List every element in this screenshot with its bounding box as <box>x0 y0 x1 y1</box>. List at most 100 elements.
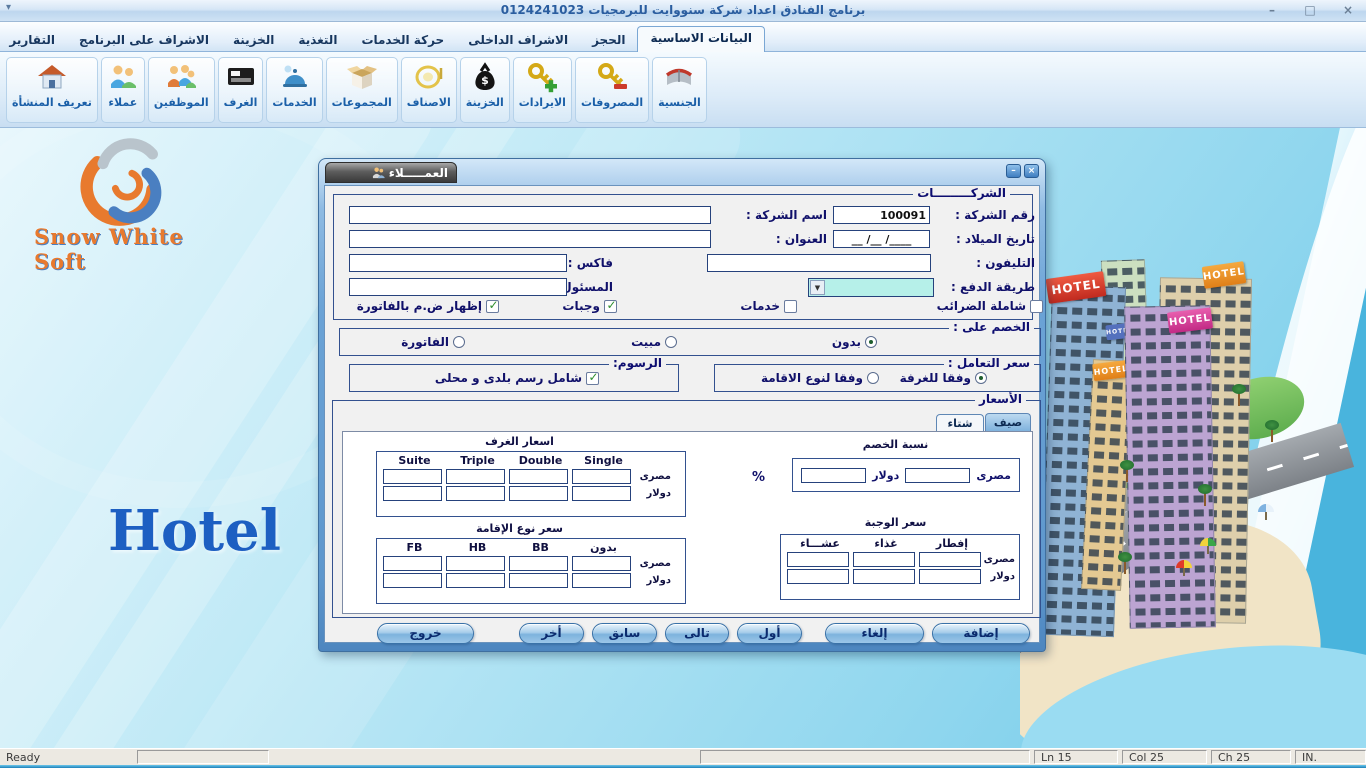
fax-input[interactable] <box>349 254 567 272</box>
price-input[interactable] <box>787 552 849 567</box>
discount-usd-input[interactable] <box>801 468 866 483</box>
checkbox-icon[interactable] <box>586 372 599 385</box>
next-button[interactable]: تالى <box>665 623 729 644</box>
per-room-radio[interactable]: وفقا للغرفة <box>895 371 987 385</box>
tab-services-movement[interactable]: حركة الخدمات <box>349 29 456 52</box>
previous-button[interactable]: سابق <box>592 623 657 644</box>
tab-catering[interactable]: التغذية <box>286 29 349 52</box>
dialog-close-button[interactable]: × <box>1024 164 1039 178</box>
dialog-minimize-button[interactable]: – <box>1006 164 1021 178</box>
radio-icon[interactable] <box>665 336 677 348</box>
price-input[interactable] <box>446 573 505 588</box>
exit-button[interactable]: خروج <box>377 623 474 644</box>
address-label: العنوان : <box>715 232 827 246</box>
company-name-label: اسم الشركة : <box>715 208 827 222</box>
toolbar-services-button[interactable]: الخدمات <box>266 57 322 123</box>
radio-icon[interactable] <box>865 336 877 348</box>
minimize-button[interactable]: – <box>1258 2 1286 19</box>
price-input[interactable] <box>787 569 849 584</box>
meals-checkbox[interactable]: وجبات <box>551 299 617 313</box>
responsible-input[interactable] <box>349 278 567 296</box>
tab-reports[interactable]: التقارير <box>0 29 67 52</box>
tab-reservation[interactable]: الحجز <box>580 29 637 52</box>
radio-icon[interactable] <box>975 372 987 384</box>
first-button[interactable]: أول <box>737 623 802 644</box>
price-input[interactable] <box>572 573 631 588</box>
price-input[interactable] <box>383 556 442 571</box>
price-input[interactable] <box>509 573 568 588</box>
toolbar-expenses-button[interactable]: المصروفات <box>575 57 649 123</box>
toolbar-label: المجموعات <box>332 96 392 109</box>
price-input[interactable] <box>509 486 568 501</box>
toolbar-facility-button[interactable]: تعريف المنشأة <box>6 57 98 123</box>
payment-method-combobox[interactable]: ▼ <box>808 278 934 297</box>
price-input[interactable] <box>383 486 442 501</box>
price-input[interactable] <box>853 552 915 567</box>
palm-tree-icon <box>1120 460 1134 482</box>
radio-icon[interactable] <box>453 336 465 348</box>
services-icon <box>279 61 311 93</box>
checkbox-icon[interactable] <box>784 300 797 313</box>
price-input[interactable] <box>509 469 568 484</box>
toolbar-clients-button[interactable]: عملاء <box>101 57 145 123</box>
checkbox-icon[interactable] <box>486 300 499 313</box>
address-input[interactable] <box>349 230 711 248</box>
price-input[interactable] <box>446 469 505 484</box>
checkbox-icon[interactable] <box>1030 300 1043 313</box>
row-label: مصرى <box>635 558 671 569</box>
groups-icon <box>346 61 378 93</box>
cancel-button[interactable]: إلغاء <box>825 623 924 644</box>
checkbox-label: شاملة الضرائب <box>937 299 1026 313</box>
price-input[interactable] <box>919 569 981 584</box>
last-button[interactable]: أخر <box>519 623 584 644</box>
tax-inclusive-checkbox[interactable]: شاملة الضرائب <box>923 299 1043 313</box>
birth-date-input[interactable] <box>833 230 930 248</box>
close-button[interactable]: × <box>1334 2 1362 19</box>
toolbar-groups-button[interactable]: المجموعات <box>326 57 398 123</box>
local-fees-checkbox[interactable]: شامل رسم بلدى و محلى <box>417 371 599 385</box>
price-input[interactable] <box>446 556 505 571</box>
discount-egy-input[interactable] <box>905 468 970 483</box>
revenues-icon <box>526 61 558 93</box>
price-input[interactable] <box>572 556 631 571</box>
tab-summer[interactable]: صيف <box>985 413 1031 431</box>
phone-input[interactable] <box>707 254 931 272</box>
company-name-input[interactable] <box>349 206 711 224</box>
services-checkbox[interactable]: خدمات <box>723 299 797 313</box>
price-input[interactable] <box>572 486 631 501</box>
discount-stay-radio[interactable]: مبيت <box>621 335 677 349</box>
company-no-input[interactable] <box>833 206 930 224</box>
price-input[interactable] <box>509 556 568 571</box>
radio-icon[interactable] <box>867 372 879 384</box>
price-input[interactable] <box>853 569 915 584</box>
toolbar-nationality-button[interactable]: الجنسية <box>652 57 707 123</box>
statusbar-cell-empty <box>700 750 1030 764</box>
per-stay-type-radio[interactable]: وفقا لنوع الاقامة <box>757 371 879 385</box>
toolbar-categories-button[interactable]: الاصناف <box>401 57 457 123</box>
toolbar-revenues-button[interactable]: الايرادات <box>513 57 572 123</box>
maximize-button[interactable]: □ <box>1296 2 1324 19</box>
clients-dialog-title-tab[interactable]: العمـــــلاء <box>325 162 457 183</box>
discount-none-radio[interactable]: بدون <box>817 335 877 349</box>
discount-invoice-radio[interactable]: الفاتورة <box>389 335 465 349</box>
tab-winter[interactable]: شتاء <box>936 414 984 431</box>
tab-internal-supervision[interactable]: الاشراف الداخلى <box>456 29 580 52</box>
price-input[interactable] <box>383 573 442 588</box>
toolbar-rooms-button[interactable]: الغرف <box>218 57 264 123</box>
tab-program-supervision[interactable]: الاشراف على البرنامج <box>67 29 221 52</box>
tab-basic-data[interactable]: البيانات الاساسية <box>637 26 765 52</box>
combo-dropdown-icon[interactable]: ▼ <box>810 280 825 295</box>
show-vat-checkbox[interactable]: إظهار ض.م بالفاتورة <box>353 299 499 313</box>
price-input[interactable] <box>919 552 981 567</box>
toolbar-employees-button[interactable]: الموظفين <box>148 57 215 123</box>
radio-label: وفقا لنوع الاقامة <box>761 371 863 385</box>
toolbar-treasury-button[interactable]: $ الخزينة <box>460 57 510 123</box>
price-input[interactable] <box>446 486 505 501</box>
add-button[interactable]: إضافة <box>932 623 1030 644</box>
price-input[interactable] <box>383 469 442 484</box>
price-input[interactable] <box>572 469 631 484</box>
checkbox-icon[interactable] <box>604 300 617 313</box>
toolbar-label: الغرف <box>224 96 258 109</box>
room-prices-row-usd: دولار <box>377 484 685 501</box>
tab-treasury[interactable]: الخزينة <box>221 29 286 52</box>
